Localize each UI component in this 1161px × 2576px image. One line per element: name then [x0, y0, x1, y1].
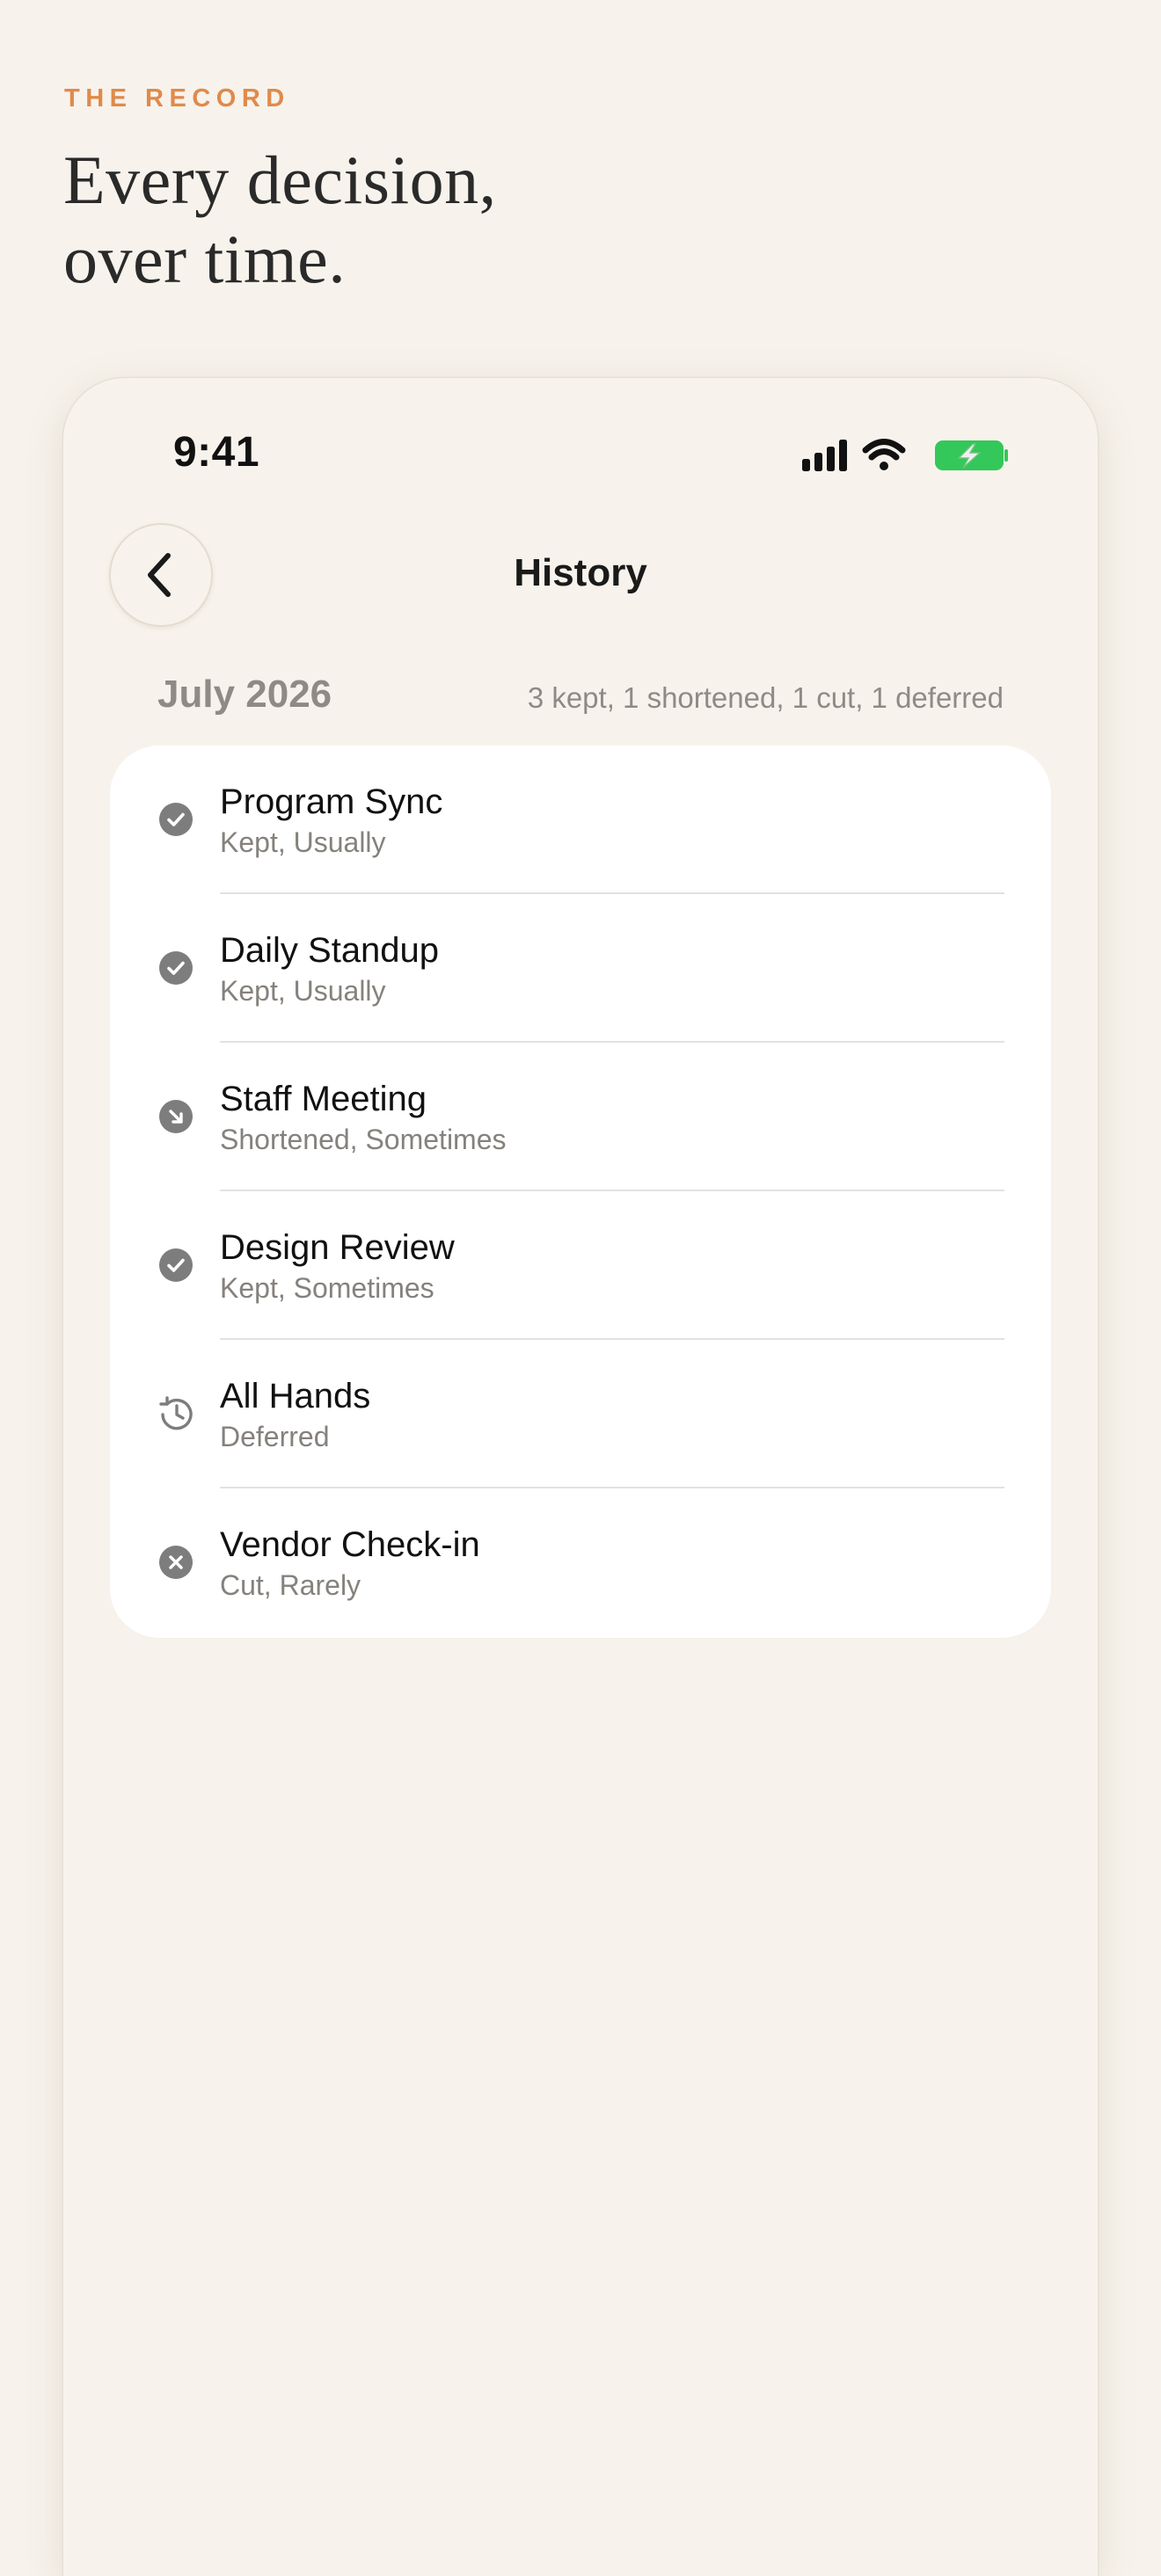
item-subtitle: Cut, Rarely: [220, 1569, 361, 1601]
check-circle-icon: [158, 1248, 194, 1283]
page-title: History: [514, 551, 647, 594]
check-circle-icon: [158, 950, 194, 986]
item-title: Daily Standup: [220, 931, 440, 970]
item-title: Vendor Check-in: [220, 1525, 480, 1564]
headline-line-1: Every decision,: [63, 142, 497, 218]
list-item[interactable]: Daily Standup Kept, Usually: [110, 894, 1051, 1043]
battery-charging-icon: [935, 440, 1008, 470]
wifi-icon: [862, 439, 906, 470]
check-circle-icon: [158, 802, 194, 837]
status-icons: [802, 436, 1008, 475]
list-item[interactable]: Staff Meeting Shortened, Sometimes: [110, 1043, 1051, 1191]
item-title: Staff Meeting: [220, 1080, 427, 1118]
item-subtitle: Kept, Usually: [220, 826, 386, 858]
list-item[interactable]: Program Sync Kept, Usually: [110, 746, 1051, 894]
headline-line-2: over time.: [63, 221, 347, 297]
item-subtitle: Shortened, Sometimes: [220, 1124, 507, 1155]
history-list: Program Sync Kept, Usually Daily Standup…: [110, 746, 1051, 1638]
section-summary: 3 kept, 1 shortened, 1 cut, 1 deferred: [527, 681, 1004, 714]
item-title: Design Review: [220, 1228, 455, 1267]
section-month: July 2026: [157, 673, 332, 716]
status-time: 9:41: [172, 429, 260, 476]
phone-frame: 9:41 History July 2026 3 kept, 1 shorten…: [63, 378, 1098, 2576]
cellular-signal-icon: [802, 440, 847, 471]
arrow-down-right-circle-icon: [158, 1099, 194, 1134]
item-subtitle: Kept, Sometimes: [220, 1272, 434, 1304]
list-item[interactable]: All Hands Deferred: [110, 1340, 1051, 1488]
item-title: Program Sync: [220, 782, 443, 821]
list-item[interactable]: Vendor Check-in Cut, Rarely: [110, 1488, 1051, 1637]
x-circle-icon: [158, 1545, 194, 1580]
item-subtitle: Kept, Usually: [220, 975, 386, 1007]
eyebrow-label: THE RECORD: [64, 84, 290, 113]
list-item[interactable]: Design Review Kept, Sometimes: [110, 1191, 1051, 1340]
history-clock-icon: [158, 1396, 194, 1431]
section-header: July 2026 3 kept, 1 shortened, 1 cut, 1 …: [157, 673, 1004, 725]
item-title: All Hands: [220, 1377, 371, 1415]
item-subtitle: Deferred: [220, 1421, 330, 1452]
headline: Every decision, over time.: [63, 141, 497, 299]
